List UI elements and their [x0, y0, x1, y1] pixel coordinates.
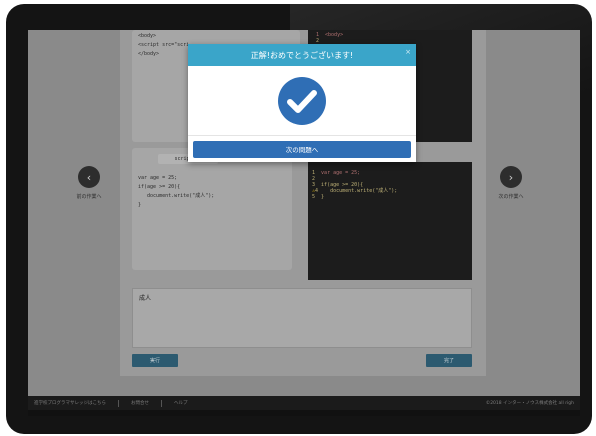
- screen: ‹ 前の作業へ › 次の作業へ <body> <script src="scri <…: [28, 30, 580, 416]
- footer-divider: [118, 399, 119, 407]
- js-line: var age = 25;: [138, 175, 178, 181]
- prev-task-label[interactable]: 前の作業へ: [59, 193, 119, 200]
- prev-task-button[interactable]: ‹: [78, 166, 100, 188]
- result-text: 成人: [139, 295, 152, 302]
- result-output: 成人: [132, 288, 472, 348]
- html-line: <body>: [138, 33, 157, 39]
- editor-line: 5 }: [312, 194, 325, 200]
- chevron-left-icon: ‹: [86, 170, 92, 184]
- js-line: document.write("成人");: [138, 193, 215, 199]
- chevron-right-icon: ›: [508, 170, 514, 184]
- next-task-button[interactable]: ›: [500, 166, 522, 188]
- run-button[interactable]: 実行: [132, 354, 178, 367]
- js-line: }: [138, 202, 142, 208]
- next-question-button[interactable]: 次の問題へ: [193, 140, 411, 158]
- copyright-text: ©2018 インター・ノウス株式会社 all righ: [485, 401, 574, 406]
- modal-title: 正解!おめでとうございます!: [250, 50, 354, 60]
- done-button[interactable]: 完了: [426, 354, 472, 367]
- js-code-panel: script.jsvar age = 25;if(age >= 20){ doc…: [132, 148, 292, 270]
- success-modal: 正解!おめでとうございます! × 次の問題へ: [188, 44, 416, 162]
- close-icon[interactable]: ×: [405, 48, 411, 56]
- modal-header: 正解!おめでとうございます! ×: [188, 44, 416, 66]
- modal-body: [188, 66, 416, 136]
- js-line: if(age >= 20){: [138, 184, 181, 190]
- footer-strip: [28, 410, 580, 416]
- footer-link[interactable]: お問合せ: [131, 400, 149, 406]
- footer: 進学校プログラマサレッジはこちら お問合せ ヘルプ ©2018 インター・ノウス…: [28, 396, 580, 410]
- js-editor[interactable]: 1 var age = 25; 2 3 if(age >= 20){⚠4 docu…: [308, 162, 472, 280]
- modal-footer: 次の問題へ: [188, 136, 416, 162]
- footer-link[interactable]: ヘルプ: [174, 400, 188, 406]
- footer-link[interactable]: 進学校プログラマサレッジはこちら: [34, 400, 106, 406]
- footer-divider: [161, 399, 162, 407]
- check-circle-icon: [278, 76, 326, 125]
- next-task-label[interactable]: 次の作業へ: [481, 193, 541, 200]
